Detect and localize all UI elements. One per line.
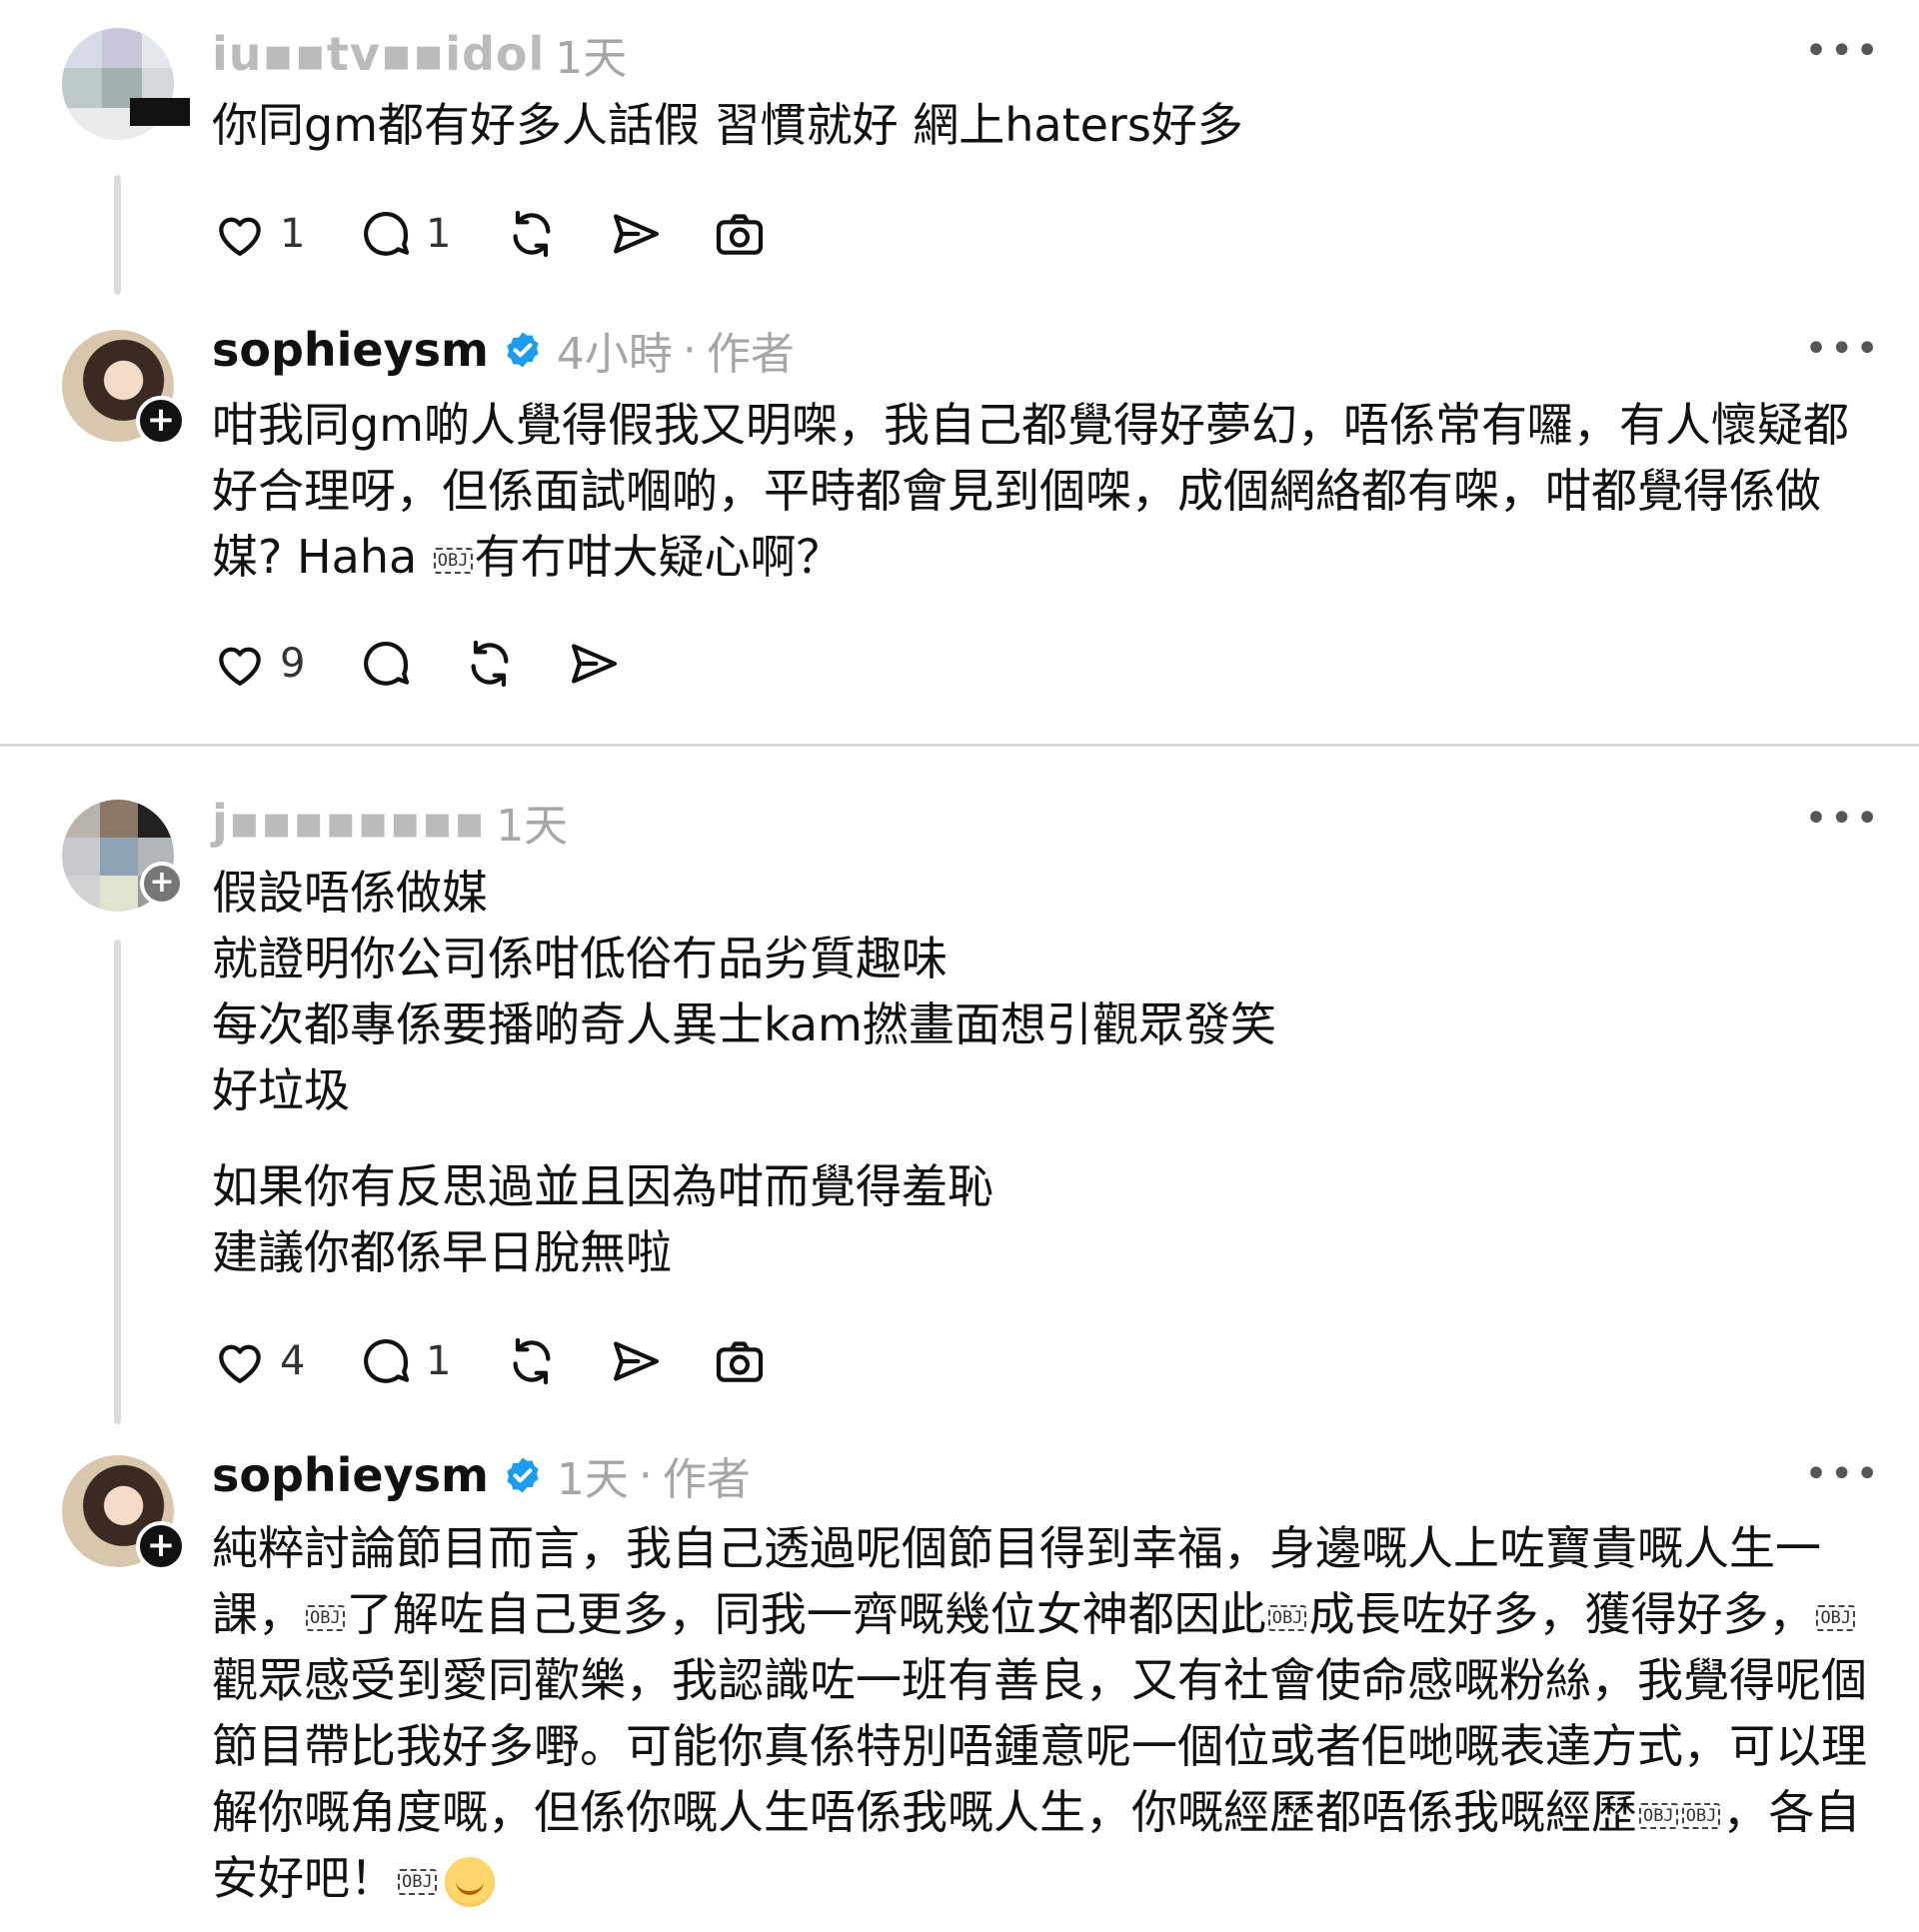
thread-divider — [0, 744, 1919, 747]
timestamp: 4小時 — [556, 329, 673, 380]
repost-button[interactable] — [504, 206, 560, 262]
comment-text: 咁我同gm啲人覺得假我又明㗎，我自己都覺得好夢幻，唔係常有囉，有人懷疑都 好合理… — [212, 398, 1850, 584]
verified-badge-icon — [507, 332, 539, 368]
photo-button[interactable] — [712, 1333, 768, 1389]
obj-placeholder: OBJ — [1639, 1802, 1678, 1829]
share-button[interactable] — [608, 1333, 664, 1389]
action-bar: 1 1 — [212, 206, 816, 262]
like-button[interactable]: 9 — [212, 636, 310, 692]
reply-count: 1 — [426, 1338, 452, 1384]
timestamp: 1天 — [555, 33, 628, 84]
timestamp: 1天 — [556, 1454, 629, 1505]
comment-text: 假設唔係做媒 就證明你公司係咁低俗冇品劣質趣味 每次都專係要播啲奇人異士kam撚… — [212, 866, 1276, 1279]
more-icon[interactable]: ••• — [1804, 1451, 1881, 1497]
share-button[interactable] — [608, 206, 664, 262]
like-count: 1 — [280, 211, 306, 257]
comment-icon — [364, 1339, 410, 1383]
author-tag: 作者 — [706, 329, 795, 380]
repost-icon — [471, 640, 509, 688]
action-bar: 9 — [212, 636, 670, 692]
more-icon[interactable]: ••• — [1804, 796, 1881, 842]
avatar[interactable]: + — [62, 800, 184, 912]
thread-line — [114, 940, 121, 1424]
reply-button[interactable] — [358, 636, 414, 692]
username[interactable]: sophieysm — [212, 1448, 489, 1502]
heart-icon — [219, 1344, 261, 1383]
username[interactable]: sophieysm — [212, 323, 489, 377]
comment-text: 純粹討論節目而言，我自己透過呢個節目得到幸福，身邊嘅人上咗寶貴嘅人生一 課， OB… — [212, 1521, 1867, 1907]
obj-placeholder: OBJ — [1816, 1604, 1856, 1631]
redaction-block — [130, 98, 190, 126]
verified-badge-icon — [507, 1457, 539, 1493]
obj-placeholder: OBJ — [1681, 1802, 1721, 1829]
heart-icon — [219, 217, 261, 256]
comment-icon — [364, 212, 410, 256]
comment-header: sophieysm 4小時 · 作者 — [212, 318, 795, 382]
repost-button[interactable] — [504, 1333, 560, 1389]
camera-icon — [716, 214, 764, 255]
like-button[interactable]: 1 — [212, 206, 310, 262]
username[interactable]: iu▪▪tv▪▪idol — [212, 27, 545, 81]
reply-count: 1 — [426, 211, 452, 257]
comment-text: 你同gm都有好多人話假 習慣就好 網上haters好多 — [212, 98, 1243, 152]
plus-icon[interactable]: + — [140, 862, 184, 906]
send-icon — [614, 214, 660, 254]
comment-header: iu▪▪tv▪▪idol 1天 — [212, 22, 627, 86]
username[interactable]: j▪▪▪▪▪▪▪▪ — [212, 795, 486, 849]
obj-placeholder: OBJ — [398, 1868, 437, 1895]
avatar[interactable]: + — [62, 1455, 186, 1571]
photo-button[interactable] — [712, 206, 768, 262]
share-button[interactable] — [566, 636, 622, 692]
obj-placeholder: OBJ — [1267, 1604, 1307, 1631]
plus-icon[interactable]: + — [136, 1521, 186, 1571]
comment-header: j▪▪▪▪▪▪▪▪ 1天 — [212, 790, 568, 854]
avatar[interactable]: + — [62, 330, 186, 446]
like-count: 9 — [280, 641, 306, 687]
separator: · — [682, 324, 697, 376]
obj-placeholder: OBJ — [306, 1604, 345, 1631]
reply-button[interactable]: 1 — [358, 206, 456, 262]
camera-icon — [716, 1341, 764, 1382]
reply-button[interactable]: 1 — [358, 1333, 456, 1389]
comment-header: sophieysm 1天 · 作者 — [212, 1443, 751, 1507]
more-icon[interactable]: ••• — [1804, 326, 1881, 372]
heart-icon — [219, 647, 261, 686]
repost-icon — [513, 1337, 551, 1385]
comment-icon — [364, 642, 410, 686]
plus-icon[interactable]: + — [136, 396, 186, 446]
thread-line — [114, 175, 121, 295]
like-button[interactable]: 4 — [212, 1333, 310, 1389]
more-icon[interactable]: ••• — [1804, 28, 1881, 74]
obj-placeholder: OBJ — [433, 547, 473, 574]
separator: · — [638, 1449, 653, 1501]
like-count: 4 — [280, 1338, 306, 1384]
repost-button[interactable] — [462, 636, 518, 692]
send-icon — [614, 1341, 660, 1381]
author-tag: 作者 — [662, 1454, 751, 1505]
repost-icon — [513, 210, 551, 258]
send-icon — [572, 644, 618, 684]
action-bar: 4 1 — [212, 1333, 816, 1389]
timestamp: 1天 — [496, 801, 569, 852]
smiling-emoji-icon — [444, 1856, 495, 1907]
